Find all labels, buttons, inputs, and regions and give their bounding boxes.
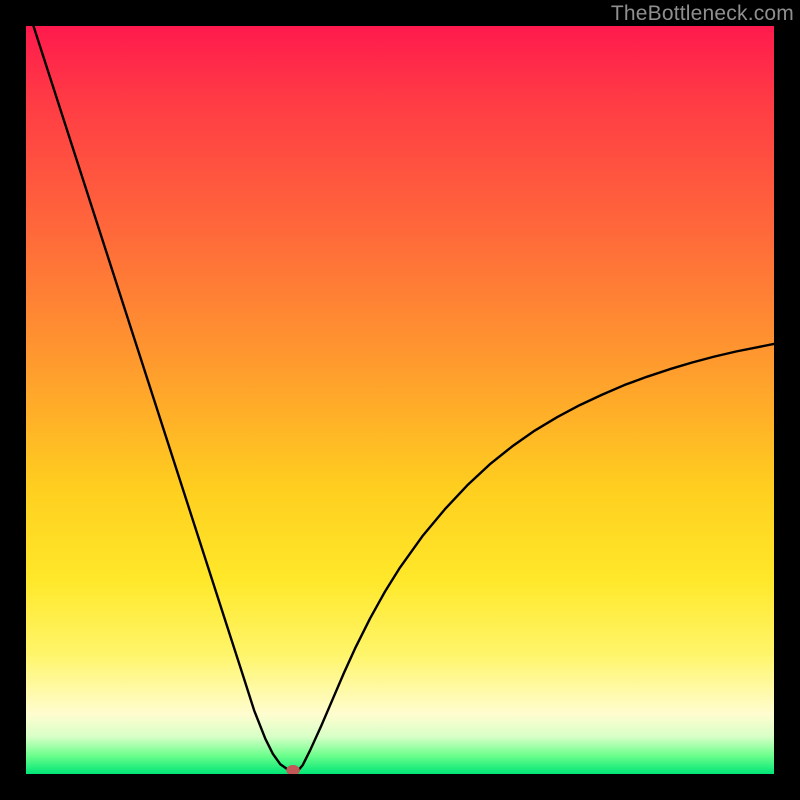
bottleneck-curve xyxy=(33,26,774,770)
watermark-label: TheBottleneck.com xyxy=(611,2,794,26)
chart-frame: TheBottleneck.com xyxy=(0,0,800,800)
min-point-marker xyxy=(286,765,299,774)
plot-area xyxy=(26,26,774,774)
curve-layer xyxy=(26,26,774,774)
